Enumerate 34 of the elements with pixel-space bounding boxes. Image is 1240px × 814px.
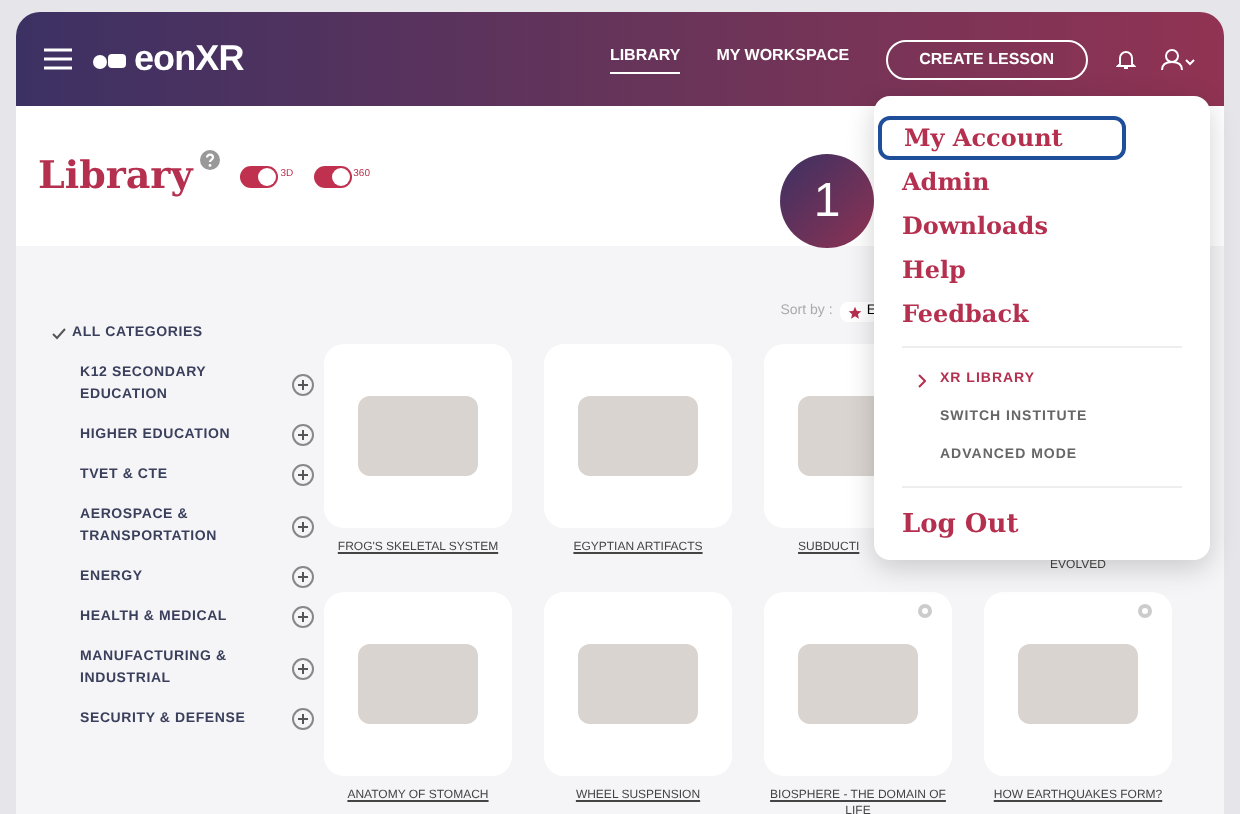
menu-icon[interactable]: [44, 48, 72, 70]
plus-icon[interactable]: [292, 606, 314, 628]
toggle-switch[interactable]: [313, 165, 352, 187]
star-icon: [848, 305, 863, 319]
toggle-switch[interactable]: [240, 165, 279, 187]
user-icon[interactable]: [1160, 48, 1196, 70]
logo-icon: [92, 49, 128, 69]
plus-icon[interactable]: [292, 515, 314, 537]
plus-icon[interactable]: [292, 566, 314, 588]
menu-item[interactable]: Feedback: [902, 292, 1182, 336]
nav-link[interactable]: MY WORKSPACE: [716, 44, 850, 74]
model-preview: [358, 644, 478, 724]
menu-item[interactable]: Admin: [902, 160, 1182, 204]
menu-item[interactable]: Help: [902, 248, 1182, 292]
help-icon[interactable]: [200, 150, 221, 170]
plus-icon[interactable]: [292, 424, 314, 446]
logout-link[interactable]: Log Out: [902, 510, 1019, 540]
model-preview: [798, 644, 918, 724]
plus-icon[interactable]: [292, 657, 314, 679]
plus-icon[interactable]: [292, 708, 314, 730]
logo[interactable]: eonXR: [134, 32, 244, 86]
bell-icon[interactable]: [1116, 48, 1136, 70]
plus-icon[interactable]: [292, 373, 314, 395]
model-preview: [578, 396, 698, 476]
model-preview: [578, 644, 698, 724]
page-title: Library: [38, 151, 193, 202]
menu-item[interactable]: Downloads: [902, 204, 1182, 248]
menu-item[interactable]: My Account: [878, 116, 1126, 160]
nav-link[interactable]: LIBRARY: [609, 44, 681, 74]
create-lesson-button[interactable]: CREATE LESSON: [885, 39, 1088, 79]
plus-icon[interactable]: [292, 464, 314, 486]
chevron-icon: [917, 374, 925, 388]
model-preview: [1018, 644, 1138, 724]
model-preview: [358, 396, 478, 476]
